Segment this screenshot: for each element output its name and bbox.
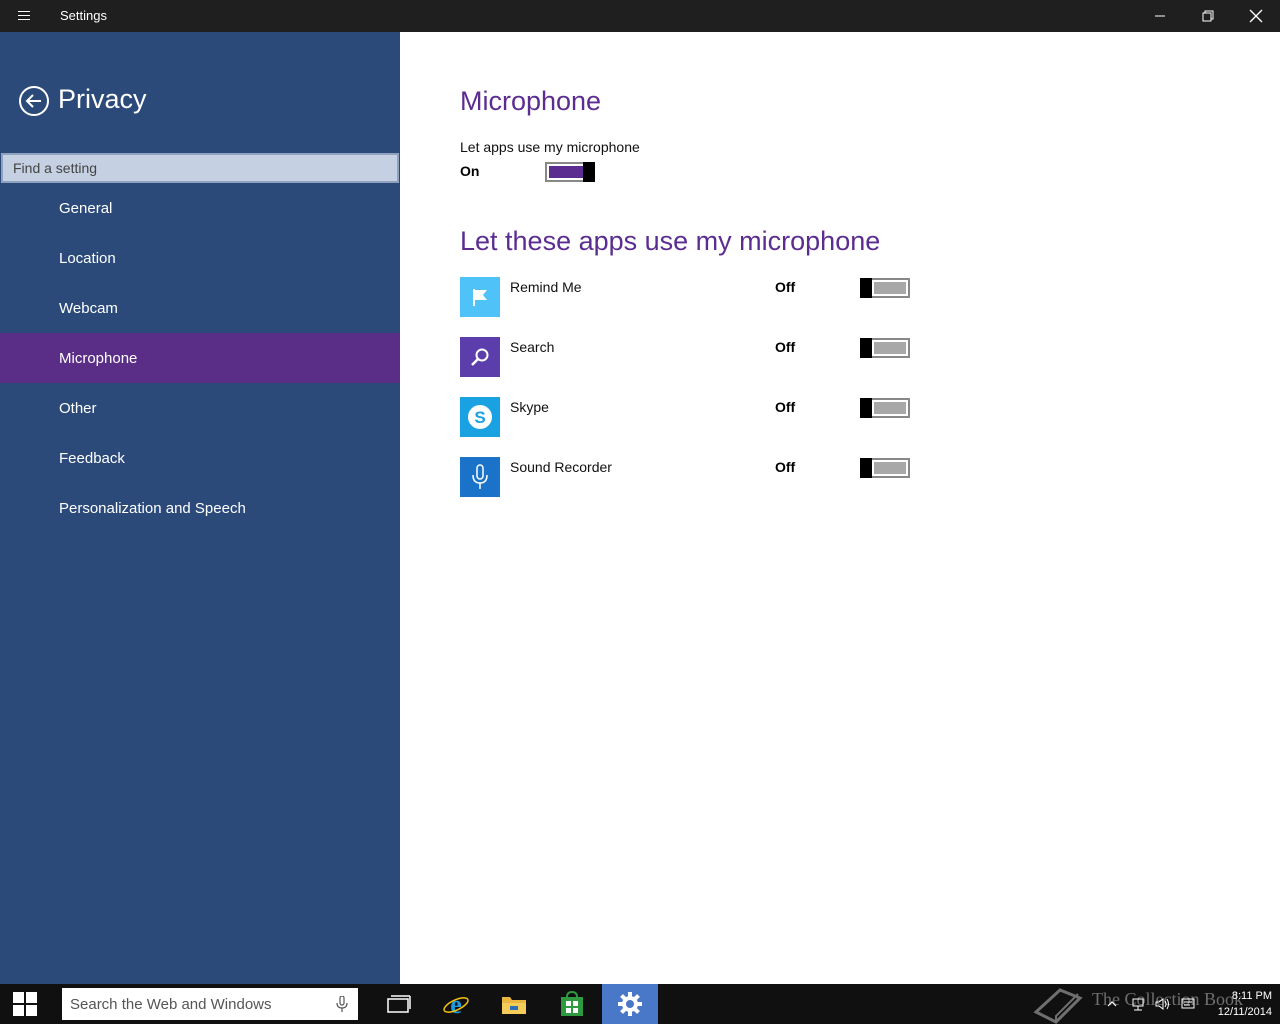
app-name: Search <box>510 339 555 355</box>
taskbar-search-input[interactable] <box>62 988 322 1020</box>
master-microphone-toggle[interactable] <box>545 162 595 182</box>
search-icon <box>460 337 500 377</box>
minimize-button[interactable] <box>1136 0 1184 32</box>
flag-icon <box>460 277 500 317</box>
skype-icon: S <box>460 397 500 437</box>
master-setting-state: On <box>460 163 480 179</box>
find-setting-input[interactable] <box>3 155 397 181</box>
book-icon <box>1033 988 1083 1024</box>
microphone-icon <box>460 457 500 497</box>
sidebar-item-label: Personalization and Speech <box>59 499 246 517</box>
volume-icon[interactable] <box>1154 996 1170 1012</box>
app-state: Off <box>775 339 796 355</box>
app-name: Sound Recorder <box>510 459 612 475</box>
toggle-fill <box>874 282 906 294</box>
sidebar-item-feedback[interactable]: Feedback <box>0 433 400 483</box>
settings-button[interactable] <box>602 984 658 1024</box>
app-row-skype: S Skype Off <box>460 397 920 437</box>
sidebar: Privacy General Location Webcam Micropho… <box>0 32 400 984</box>
close-button[interactable] <box>1232 0 1280 32</box>
sidebar-item-personalization-speech[interactable]: Personalization and Speech <box>0 483 400 533</box>
windows-logo-icon <box>13 992 37 1016</box>
file-explorer-button[interactable] <box>486 984 542 1024</box>
start-button[interactable] <box>0 984 50 1024</box>
app-name: Skype <box>510 399 549 415</box>
title-bar: Settings <box>0 0 1280 32</box>
toggle-knob <box>583 162 595 182</box>
taskbar-search-box[interactable] <box>62 988 358 1020</box>
app-name: Remind Me <box>510 279 582 295</box>
network-icon[interactable] <box>1130 996 1146 1012</box>
sound-recorder-toggle[interactable] <box>860 458 910 478</box>
internet-explorer-icon: e <box>443 990 469 1018</box>
restore-button[interactable] <box>1184 0 1232 32</box>
sidebar-item-label: Feedback <box>59 449 125 467</box>
sidebar-item-label: Other <box>59 399 97 417</box>
skype-toggle[interactable] <box>860 398 910 418</box>
app-row-remind-me: Remind Me Off <box>460 277 920 317</box>
toggle-fill <box>874 342 906 354</box>
sidebar-item-label: Microphone <box>59 349 138 367</box>
sidebar-item-general[interactable]: General <box>0 183 400 233</box>
taskbar: e <box>0 984 1280 1024</box>
sidebar-item-location[interactable]: Location <box>0 233 400 283</box>
task-view-button[interactable] <box>371 984 427 1024</box>
search-toggle[interactable] <box>860 338 910 358</box>
taskbar-clock[interactable]: 8:11 PM 12/11/2014 <box>1196 988 1272 1020</box>
sidebar-title: Privacy <box>58 84 147 114</box>
sidebar-item-label: General <box>59 199 113 217</box>
sidebar-item-label: Location <box>59 249 116 267</box>
main-content: Microphone Let apps use my microphone On… <box>400 32 1280 984</box>
microphone-icon[interactable] <box>336 996 348 1012</box>
show-hidden-icons-chevron-up-icon[interactable] <box>1104 996 1120 1012</box>
back-button[interactable] <box>18 85 50 117</box>
sidebar-item-other[interactable]: Other <box>0 383 400 433</box>
back-arrow-icon <box>19 86 49 116</box>
clock-date: 12/11/2014 <box>1217 1006 1272 1018</box>
find-setting-box[interactable] <box>1 153 399 183</box>
internet-explorer-button[interactable]: e <box>428 984 484 1024</box>
master-setting-label: Let apps use my microphone <box>460 139 640 155</box>
sidebar-item-microphone[interactable]: Microphone <box>0 333 400 383</box>
app-state: Off <box>775 279 796 295</box>
page-title: Microphone <box>460 86 602 116</box>
remind-me-toggle[interactable] <box>860 278 910 298</box>
app-state: Off <box>775 459 796 475</box>
apps-section-title: Let these apps use my microphone <box>460 226 881 256</box>
toggle-fill <box>874 462 906 474</box>
sidebar-item-webcam[interactable]: Webcam <box>0 283 400 333</box>
svg-text:S: S <box>474 408 485 427</box>
restore-icon <box>1202 10 1214 22</box>
clock-time: 8:11 PM <box>1231 990 1272 1002</box>
toggle-knob <box>860 398 872 418</box>
settings-icon <box>618 992 642 1016</box>
store-icon <box>561 991 583 1016</box>
app-row-sound-recorder: Sound Recorder Off <box>460 457 920 497</box>
window-title: Settings <box>60 8 107 23</box>
toggle-fill <box>874 402 906 414</box>
action-center-icon[interactable] <box>1180 996 1196 1012</box>
toggle-knob <box>860 458 872 478</box>
toggle-knob <box>860 278 872 298</box>
task-view-icon <box>387 995 411 1013</box>
hamburger-menu-icon[interactable] <box>12 8 36 24</box>
toggle-fill <box>549 166 583 178</box>
store-button[interactable] <box>544 984 600 1024</box>
minimize-icon <box>1155 15 1165 17</box>
sidebar-item-label: Webcam <box>59 299 118 317</box>
app-row-search: Search Off <box>460 337 920 377</box>
file-explorer-icon <box>502 997 526 1014</box>
app-state: Off <box>775 399 796 415</box>
toggle-knob <box>860 338 872 358</box>
svg-text:e: e <box>450 990 462 1018</box>
close-icon <box>1249 9 1263 23</box>
